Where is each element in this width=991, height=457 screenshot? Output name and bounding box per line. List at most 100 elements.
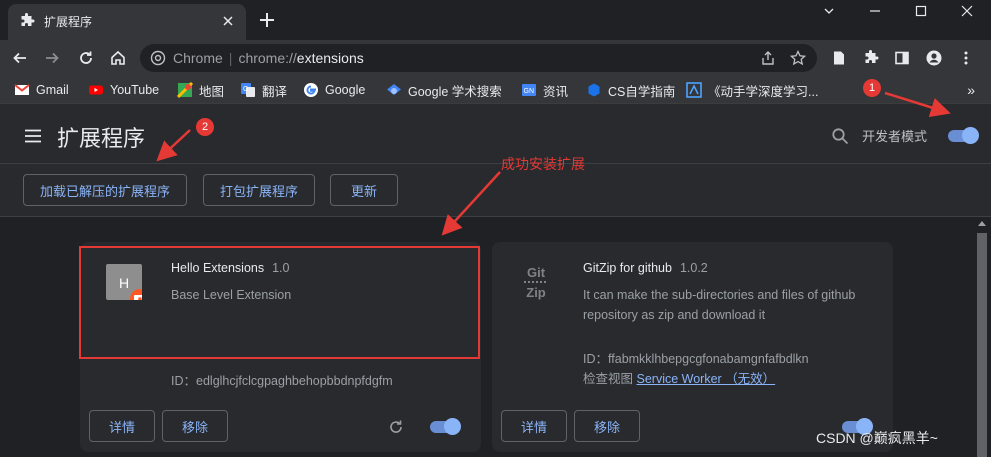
side-panel-icon[interactable] — [890, 46, 914, 70]
watermark: CSDN @巅疯黑羊~ — [816, 430, 938, 446]
update-button[interactable]: 更新 — [330, 174, 398, 206]
extension-card-gitzip: Git Zip GitZip for github 1.0.2 It can ma… — [492, 242, 893, 452]
page-header: 扩展程序 开发者模式 — [0, 104, 991, 164]
page-scrollbar[interactable] — [973, 217, 991, 457]
details-button[interactable]: 详情 — [501, 410, 567, 442]
developer-mode-toggle[interactable] — [946, 127, 979, 144]
extension-version: 1.0.2 — [679, 261, 708, 275]
home-button[interactable] — [106, 46, 130, 70]
bookmark-youtube[interactable]: YouTube — [88, 81, 159, 99]
service-worker-link[interactable]: Service Worker （无效） — [637, 372, 776, 386]
extension-id: ID：edlglhcjfclcgpaghbehopbbdnpfdgfm — [171, 370, 393, 389]
tab-title: 扩展程序 — [44, 15, 93, 29]
bookmark-news[interactable]: GN 资讯 — [521, 81, 568, 99]
new-tab-button[interactable] — [257, 10, 277, 30]
close-tab-icon[interactable] — [220, 13, 236, 29]
bookmark-label: Google — [325, 83, 366, 97]
bookmark-google[interactable]: Google — [303, 81, 365, 99]
highlight-box — [79, 246, 480, 359]
bookmark-scholar[interactable]: Google 学术搜索 — [386, 81, 502, 99]
developer-actions-bar: 加载已解压的扩展程序 打包扩展程序 更新 — [0, 164, 991, 217]
remove-button[interactable]: 移除 — [162, 410, 228, 442]
search-icon[interactable] — [831, 127, 849, 145]
share-icon[interactable] — [756, 46, 780, 70]
bookmarks-more-button[interactable]: » — [967, 82, 975, 98]
puzzle-icon — [19, 13, 35, 29]
bookmark-d2l[interactable]: 《动手学深度学习... — [686, 81, 818, 99]
bookmark-translate[interactable]: G 翻译 — [240, 81, 287, 99]
remove-button[interactable]: 移除 — [574, 410, 640, 442]
youtube-icon — [88, 82, 104, 98]
news-icon: GN — [521, 82, 537, 98]
extension-name: GitZip for github 1.0.2 — [583, 261, 708, 275]
hamburger-menu-icon[interactable] — [24, 129, 42, 143]
bookmark-label: CS自学指南 — [608, 84, 676, 99]
tab-search-button[interactable] — [806, 0, 852, 24]
id-label: ID： — [583, 352, 609, 366]
bookmark-maps[interactable]: 地图 — [176, 81, 225, 99]
extension-name-text: GitZip for github — [583, 261, 672, 275]
translate-icon: G — [240, 82, 256, 98]
svg-text:GN: GN — [524, 88, 535, 95]
svg-text:Git: Git — [527, 265, 546, 280]
details-button[interactable]: 详情 — [89, 410, 155, 442]
page-title: 扩展程序 — [57, 126, 146, 151]
svg-text:G: G — [243, 86, 248, 93]
menu-kebab-icon[interactable] — [954, 46, 978, 70]
load-unpacked-button[interactable]: 加载已解压的扩展程序 — [23, 174, 187, 206]
google-icon — [303, 82, 319, 98]
bookmark-label: 翻译 — [262, 84, 288, 99]
reload-button[interactable] — [74, 46, 98, 70]
bookmark-star-icon[interactable] — [786, 46, 810, 70]
id-value: edlglhcjfclcgpaghbehopbbdnpfdgfm — [196, 374, 393, 388]
url-scheme: chrome:// — [238, 50, 297, 66]
extension-enable-toggle[interactable] — [428, 418, 461, 435]
bookmark-label: Gmail — [36, 83, 69, 97]
maps-icon — [176, 81, 194, 99]
extension-description: It can make the sub-directories and file… — [583, 288, 856, 322]
bookmark-label: 《动手学深度学习... — [708, 84, 819, 99]
bookmark-gmail[interactable]: Gmail — [14, 81, 69, 99]
pack-extension-button[interactable]: 打包扩展程序 — [203, 174, 315, 206]
profile-avatar-icon[interactable] — [922, 46, 946, 70]
bookmarks-bar: Gmail YouTube 地图 G 翻译 Google Google 学术搜索… — [0, 76, 991, 104]
bookmark-label: YouTube — [110, 83, 160, 97]
extension-id: ID：ffabmkklhbepgcgfonabamgnfafbdlkn — [583, 348, 809, 367]
step-badge-1: 1 — [863, 79, 881, 97]
svg-text:Zip: Zip — [526, 285, 546, 300]
inspect-views-label: 检查视图 — [583, 372, 634, 386]
id-label: ID： — [171, 374, 197, 388]
d2l-icon — [686, 82, 702, 98]
gmail-icon — [14, 82, 30, 98]
site-chip-label: Chrome — [173, 50, 223, 66]
scrollbar-thumb[interactable] — [977, 233, 987, 457]
close-window-button[interactable] — [944, 0, 990, 24]
toolbar: Chrome | chrome://extensions — [0, 40, 991, 76]
address-bar[interactable]: Chrome | chrome://extensions — [140, 44, 817, 72]
bookmark-label: 地图 — [199, 84, 225, 99]
extensions-puzzle-icon[interactable] — [859, 46, 883, 70]
bookmark-label: 资讯 — [543, 84, 569, 99]
cs-guide-icon — [586, 82, 602, 98]
developer-mode-label: 开发者模式 — [862, 129, 928, 144]
scholar-icon — [386, 82, 402, 98]
chrome-icon[interactable] — [150, 50, 166, 66]
bookmark-label: Google 学术搜索 — [408, 84, 502, 99]
forward-button[interactable] — [40, 46, 64, 70]
bookmark-cs-guide[interactable]: CS自学指南 — [586, 81, 675, 99]
reading-list-icon[interactable] — [827, 46, 851, 70]
minimize-button[interactable] — [852, 0, 898, 24]
url-host: extensions — [296, 50, 364, 66]
tab-extensions[interactable]: 扩展程序 — [8, 4, 246, 40]
id-value: ffabmkklhbepgcgfonabamgnfafbdlkn — [608, 352, 809, 366]
maximize-button[interactable] — [898, 0, 944, 24]
browser-window: 扩展程序 Chrome | chrome://extensions Gmail … — [0, 0, 991, 457]
inspect-views: 检查视图 Service Worker （无效） — [583, 368, 775, 387]
tab-strip: 扩展程序 — [0, 0, 991, 40]
reload-extension-icon[interactable] — [388, 419, 404, 435]
gitzip-icon: Git Zip — [518, 264, 554, 300]
back-button[interactable] — [8, 46, 32, 70]
scroll-up-arrow-icon[interactable] — [978, 221, 986, 226]
address-text: Chrome | chrome://extensions — [173, 50, 364, 66]
step-badge-2: 2 — [196, 118, 214, 136]
